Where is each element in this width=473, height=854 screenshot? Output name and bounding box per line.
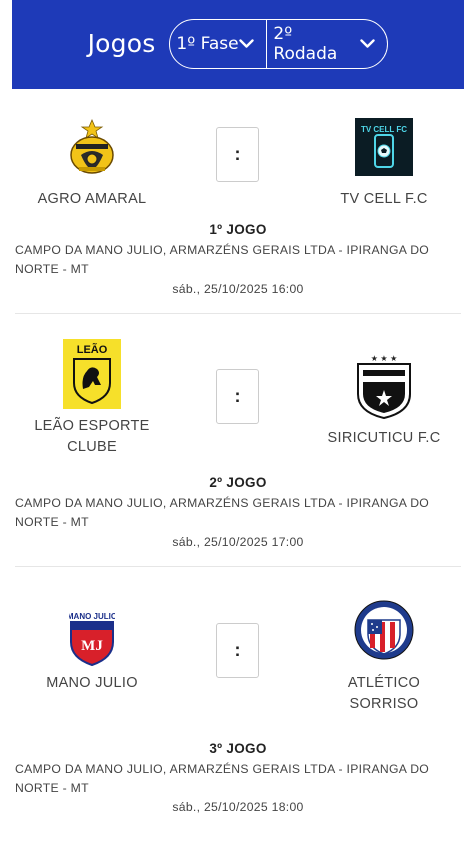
game-card[interactable]: MANO JULIO MJ MANO JULIO : ATLÉTICO SORR… xyxy=(12,567,464,814)
score-box: : xyxy=(216,369,259,424)
round-dropdown-label: 2º Rodada xyxy=(273,23,338,64)
game-venue: CAMPO DA MANO JULIO, ARMARZÉNS GERAIS LT… xyxy=(15,243,430,276)
chevron-down-icon xyxy=(360,36,376,51)
home-team-name: MANO JULIO xyxy=(46,675,138,691)
score-separator: : xyxy=(234,386,241,406)
phase-dropdown[interactable]: 1º Fase xyxy=(170,19,268,68)
game-number: 2º JOGO xyxy=(209,475,267,490)
filter-selector-group: 1º Fase 2º Rodada xyxy=(169,18,389,69)
agro-amaral-crest-icon xyxy=(62,111,122,183)
game-card[interactable]: LEÃO LEÃO ESPORTE CLUBE : ★ ★ ★ SIRICUTI… xyxy=(12,314,464,567)
tv-cell-crest-icon: TV CELL FC xyxy=(354,111,414,183)
away-team[interactable]: TV CELL FC TV CELL F.C xyxy=(304,111,464,210)
svg-text:MANO JULIO: MANO JULIO xyxy=(69,612,115,621)
home-team[interactable]: LEÃO LEÃO ESPORTE CLUBE xyxy=(12,338,172,458)
round-dropdown[interactable]: 2º Rodada xyxy=(267,20,387,68)
mano-julio-crest-icon: MANO JULIO MJ xyxy=(62,609,122,667)
away-team-name: ATLÉTICO SORRISO xyxy=(347,675,421,712)
game-datetime: sáb., 25/10/2025 17:00 xyxy=(172,535,304,549)
game-venue: CAMPO DA MANO JULIO, ARMARZÉNS GERAIS LT… xyxy=(15,496,430,529)
games-list: AGRO AMARAL : TV CELL FC TV CELL F.C 1º … xyxy=(12,89,464,854)
leao-crest-icon: LEÃO xyxy=(63,338,121,410)
svg-text:★ ★ ★: ★ ★ ★ xyxy=(371,354,398,363)
away-team-name: TV CELL F.C xyxy=(340,191,428,207)
page-title: Jogos xyxy=(87,29,156,58)
away-team-name: SIRICUTICU F.C xyxy=(327,430,441,446)
svg-text:LEÃO: LEÃO xyxy=(77,343,108,356)
phase-dropdown-label: 1º Fase xyxy=(176,33,239,54)
game-number: 3º JOGO xyxy=(209,741,267,756)
score-box: : xyxy=(216,127,259,182)
home-team[interactable]: AGRO AMARAL xyxy=(12,111,172,210)
game-datetime: sáb., 25/10/2025 16:00 xyxy=(172,282,304,296)
score-separator: : xyxy=(234,144,241,164)
game-venue: CAMPO DA MANO JULIO, ARMARZÉNS GERAIS LT… xyxy=(15,762,430,795)
atletico-sorriso-crest-icon xyxy=(354,595,414,667)
svg-text:MJ: MJ xyxy=(81,638,103,654)
away-team[interactable]: ★ ★ ★ SIRICUTICU F.C xyxy=(304,350,464,449)
home-team-name: LEÃO ESPORTE CLUBE xyxy=(34,418,150,455)
home-team-name: AGRO AMARAL xyxy=(37,191,147,207)
game-card[interactable]: AGRO AMARAL : TV CELL FC TV CELL F.C 1º … xyxy=(12,89,464,314)
svg-text:TV CELL FC: TV CELL FC xyxy=(361,125,407,134)
home-team[interactable]: MANO JULIO MJ MANO JULIO xyxy=(12,609,172,694)
chevron-down-icon xyxy=(239,36,255,51)
game-number: 1º JOGO xyxy=(209,222,267,237)
game-datetime: sáb., 25/10/2025 18:00 xyxy=(172,800,304,814)
score-separator: : xyxy=(234,640,241,660)
score-box: : xyxy=(216,623,259,678)
siricuticu-crest-icon: ★ ★ ★ xyxy=(354,350,414,422)
header-bar: Jogos 1º Fase 2º Rodada xyxy=(12,0,464,89)
away-team[interactable]: ATLÉTICO SORRISO xyxy=(304,595,464,715)
